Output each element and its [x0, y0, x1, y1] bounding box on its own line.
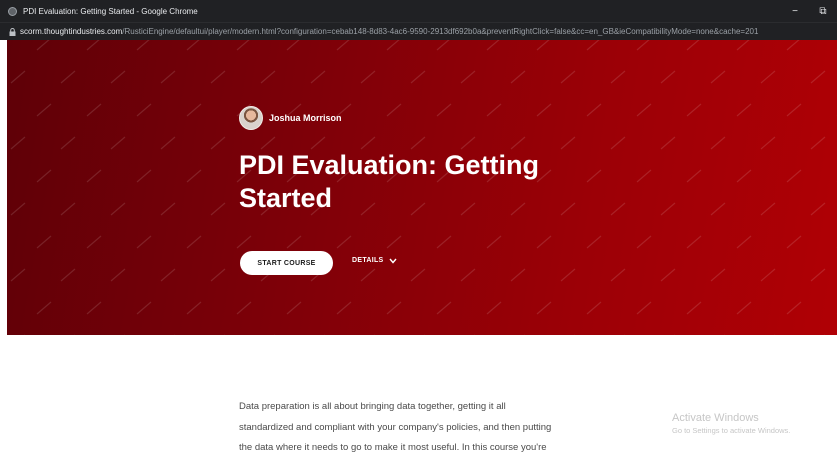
details-button[interactable]: DETAILS — [352, 257, 397, 264]
description-line: the data where it needs to go to make it… — [239, 442, 547, 453]
window-title: PDI Evaluation: Getting Started - Google… — [23, 6, 198, 16]
minimize-button[interactable]: − — [781, 0, 809, 22]
course-hero-banner: Joshua Morrison PDI Evaluation: Getting … — [7, 40, 837, 335]
url-text[interactable]: scorm.thoughtindustries.com/RusticiEngin… — [20, 27, 758, 36]
start-course-button[interactable]: START COURSE — [240, 251, 333, 275]
watermark-title: Activate Windows — [672, 412, 759, 424]
author: Joshua Morrison — [239, 106, 342, 130]
chrome-favicon-icon — [8, 6, 17, 16]
course-title: PDI Evaluation: Getting Started — [239, 150, 540, 213]
course-description: Data preparation is all about bringing d… — [239, 397, 619, 454]
chevron-down-icon — [388, 258, 397, 264]
activate-windows-watermark: Activate Windows Go to Settings to activ… — [672, 412, 790, 435]
url-domain: scorm.thoughtindustries.com — [20, 27, 123, 36]
url-path: /RusticiEngine/defaultui/player/modern.h… — [122, 27, 759, 36]
window-controls: − ⧉ — [781, 0, 837, 22]
description-line: Data preparation is all about bringing d… — [239, 401, 506, 412]
description-line: standardized and compliant with your com… — [239, 421, 552, 433]
avatar — [239, 106, 263, 130]
title-bar: PDI Evaluation: Getting Started - Google… — [0, 0, 837, 22]
lock-icon[interactable] — [9, 27, 16, 36]
author-name: Joshua Morrison — [269, 113, 342, 123]
restore-button[interactable]: ⧉ — [809, 0, 837, 22]
browser-window: PDI Evaluation: Getting Started - Google… — [0, 0, 837, 454]
details-label: DETAILS — [352, 257, 384, 264]
address-bar[interactable]: scorm.thoughtindustries.com/RusticiEngin… — [0, 22, 837, 40]
watermark-subtitle: Go to Settings to activate Windows. — [672, 426, 791, 435]
